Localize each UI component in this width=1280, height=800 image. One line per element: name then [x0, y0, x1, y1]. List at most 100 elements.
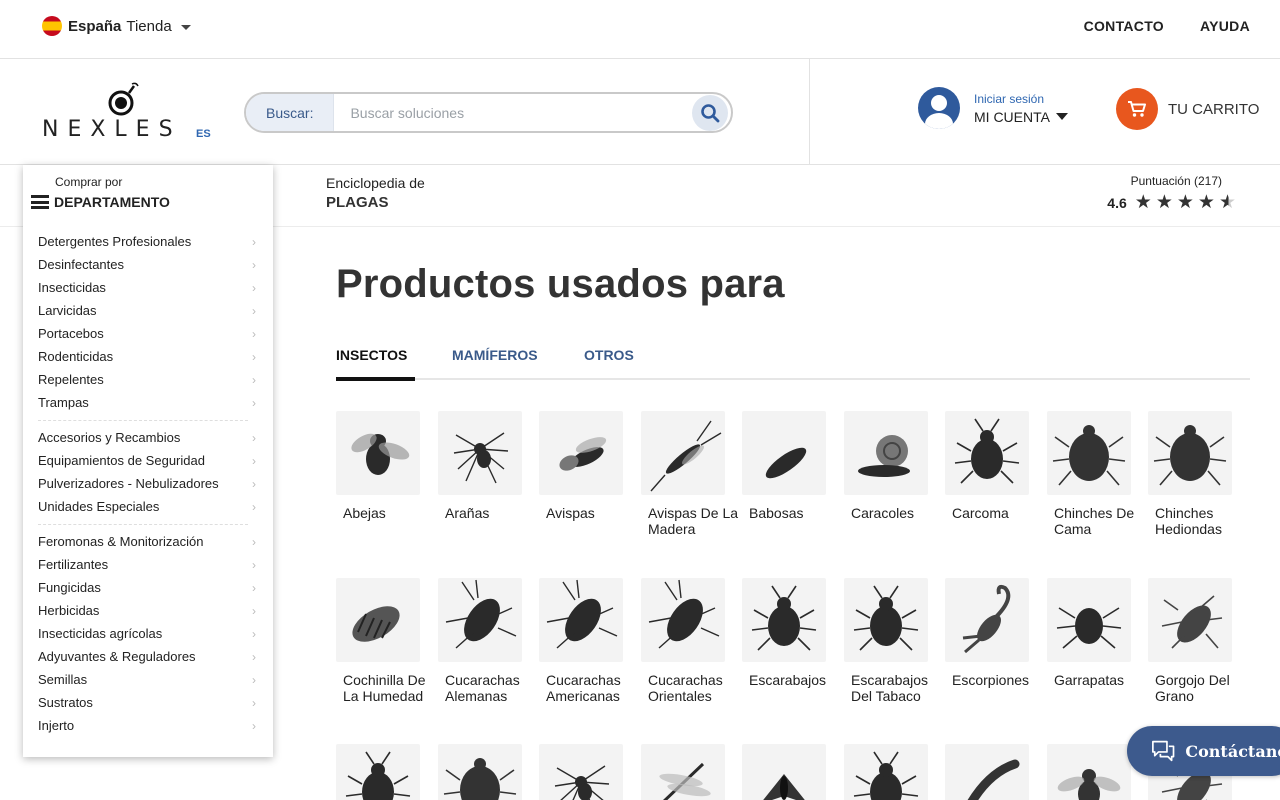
- page: España Tienda CONTACTO AYUDA NEXLES ES B…: [0, 0, 1280, 800]
- pest-card[interactable]: [945, 744, 1045, 800]
- pest-label: Chinches De Cama: [1054, 505, 1135, 537]
- department-item[interactable]: Pulverizadores - Nebulizadores ›: [38, 472, 256, 495]
- login-link[interactable]: Iniciar sesión: [974, 92, 1068, 106]
- pest-card[interactable]: [336, 744, 436, 800]
- pest-card[interactable]: [742, 744, 842, 800]
- caret-down-icon: [1055, 113, 1068, 120]
- pest-card[interactable]: Cochinilla De La Humedad: [336, 578, 436, 704]
- department-item[interactable]: Rodenticidas ›: [38, 345, 256, 368]
- encyclopedia-breadcrumb[interactable]: Enciclopedia de PLAGAS: [326, 175, 425, 211]
- pest-card[interactable]: Caracoles: [844, 411, 944, 521]
- pest-card[interactable]: Chinches De Cama: [1047, 411, 1147, 537]
- chat-icon: [1152, 740, 1175, 762]
- pest-card[interactable]: Carcoma: [945, 411, 1045, 521]
- pest-image: [438, 578, 522, 662]
- active-tab-indicator: [336, 377, 415, 381]
- pest-image: [844, 744, 928, 800]
- department-item[interactable]: Injerto ›: [38, 714, 256, 737]
- pest-card[interactable]: [539, 744, 639, 800]
- department-item[interactable]: Herbicidas ›: [38, 599, 256, 622]
- department-separator: [38, 420, 248, 421]
- department-item[interactable]: Equipamientos de Seguridad ›: [38, 449, 256, 472]
- pest-card[interactable]: Cucarachas Orientales: [641, 578, 741, 704]
- chat-button[interactable]: Contáctanos: [1127, 726, 1280, 776]
- help-link[interactable]: AYUDA: [1200, 18, 1250, 34]
- pest-image: [1148, 578, 1232, 662]
- department-item[interactable]: Unidades Especiales ›: [38, 495, 256, 518]
- pest-card[interactable]: Cucarachas Alemanas: [438, 578, 538, 704]
- tab-mamiferos[interactable]: MAMÍFEROS: [452, 347, 538, 363]
- chevron-right-icon: ›: [252, 499, 256, 514]
- pest-label: Babosas: [749, 505, 804, 521]
- department-item-label: Trampas: [38, 395, 89, 410]
- pest-card[interactable]: Babosas: [742, 411, 842, 521]
- department-item-label: Adyuvantes & Reguladores: [38, 649, 196, 664]
- department-item-label: Equipamientos de Seguridad: [38, 453, 205, 468]
- department-item[interactable]: Insecticidas agrícolas ›: [38, 622, 256, 645]
- pest-image: [438, 744, 522, 800]
- department-item[interactable]: Adyuvantes & Reguladores ›: [38, 645, 256, 668]
- pest-card[interactable]: Arañas: [438, 411, 538, 521]
- pest-image: [539, 578, 623, 662]
- chevron-right-icon: ›: [252, 395, 256, 410]
- pest-image: [844, 411, 928, 495]
- department-item[interactable]: Repelentes ›: [38, 368, 256, 391]
- star-icon: ★: [1134, 192, 1152, 213]
- user-icon: [918, 87, 960, 129]
- pest-label: Gorgojo Del Grano: [1155, 672, 1230, 704]
- rating-count: Puntuación (217): [1130, 174, 1222, 188]
- account-menu[interactable]: Iniciar sesión MI CUENTA: [918, 87, 1068, 129]
- department-item[interactable]: Detergentes Profesionales ›: [38, 230, 256, 253]
- department-item[interactable]: Trampas ›: [38, 391, 256, 414]
- pest-card[interactable]: Escarabajos Del Tabaco: [844, 578, 944, 704]
- logo[interactable]: NEXLES ES: [42, 81, 222, 145]
- pest-card[interactable]: Avispas: [539, 411, 639, 521]
- pest-card[interactable]: Avispas De La Madera: [641, 411, 741, 537]
- pest-card[interactable]: Escorpiones: [945, 578, 1045, 688]
- cart-button[interactable]: TU CARRITO: [1116, 88, 1259, 130]
- pest-label: Chinches Hediondas: [1155, 505, 1222, 537]
- pest-card[interactable]: Cucarachas Americanas: [539, 578, 639, 704]
- department-item[interactable]: Portacebos ›: [38, 322, 256, 345]
- account-label: MI CUENTA: [974, 109, 1068, 125]
- pest-card[interactable]: Garrapatas: [1047, 578, 1147, 688]
- pest-card[interactable]: [844, 744, 944, 800]
- search-button[interactable]: [692, 94, 728, 131]
- store-selector[interactable]: España Tienda: [42, 16, 191, 36]
- rating-widget[interactable]: Puntuación (217) 4.6 ★ ★ ★ ★ ★: [1107, 174, 1236, 212]
- department-item-label: Detergentes Profesionales: [38, 234, 192, 249]
- chevron-right-icon: ›: [252, 649, 256, 664]
- chevron-right-icon: ›: [252, 557, 256, 572]
- pest-card[interactable]: Chinches Hediondas: [1148, 411, 1248, 537]
- department-item[interactable]: Sustratos ›: [38, 691, 256, 714]
- pest-label: Caracoles: [851, 505, 915, 521]
- chevron-right-icon: ›: [252, 303, 256, 318]
- department-item-label: Insecticidas: [38, 280, 106, 295]
- department-item[interactable]: Fertilizantes ›: [38, 553, 256, 576]
- department-item[interactable]: Semillas ›: [38, 668, 256, 691]
- department-item-label: Desinfectantes: [38, 257, 124, 272]
- contact-link[interactable]: CONTACTO: [1084, 18, 1164, 34]
- pest-label: Escarabajos Del Tabaco: [851, 672, 929, 704]
- department-menu-subtitle: Comprar por: [55, 175, 123, 189]
- department-item[interactable]: Larvicidas ›: [38, 299, 256, 322]
- department-item-label: Injerto: [38, 718, 75, 733]
- pest-label: Cucarachas Alemanas: [445, 672, 520, 704]
- department-menu-toggle[interactable]: Comprar por DEPARTAMENTO: [31, 175, 170, 210]
- pest-card[interactable]: [641, 744, 741, 800]
- department-item[interactable]: Desinfectantes ›: [38, 253, 256, 276]
- department-item[interactable]: Feromonas & Monitorización ›: [38, 530, 256, 553]
- pest-card[interactable]: Escarabajos: [742, 578, 842, 688]
- department-item[interactable]: Accesorios y Recambios ›: [38, 426, 256, 449]
- star-icon: ★: [1197, 192, 1215, 213]
- pest-card[interactable]: Abejas: [336, 411, 436, 521]
- department-item-label: Unidades Especiales: [38, 499, 160, 514]
- search-input[interactable]: [334, 94, 692, 131]
- menu-icon: [31, 195, 49, 209]
- department-item[interactable]: Insecticidas ›: [38, 276, 256, 299]
- pest-card[interactable]: Gorgojo Del Grano: [1148, 578, 1248, 704]
- tab-insectos[interactable]: INSECTOS: [336, 347, 407, 363]
- pest-card[interactable]: [438, 744, 538, 800]
- department-item[interactable]: Fungicidas ›: [38, 576, 256, 599]
- tab-otros[interactable]: OTROS: [584, 347, 634, 363]
